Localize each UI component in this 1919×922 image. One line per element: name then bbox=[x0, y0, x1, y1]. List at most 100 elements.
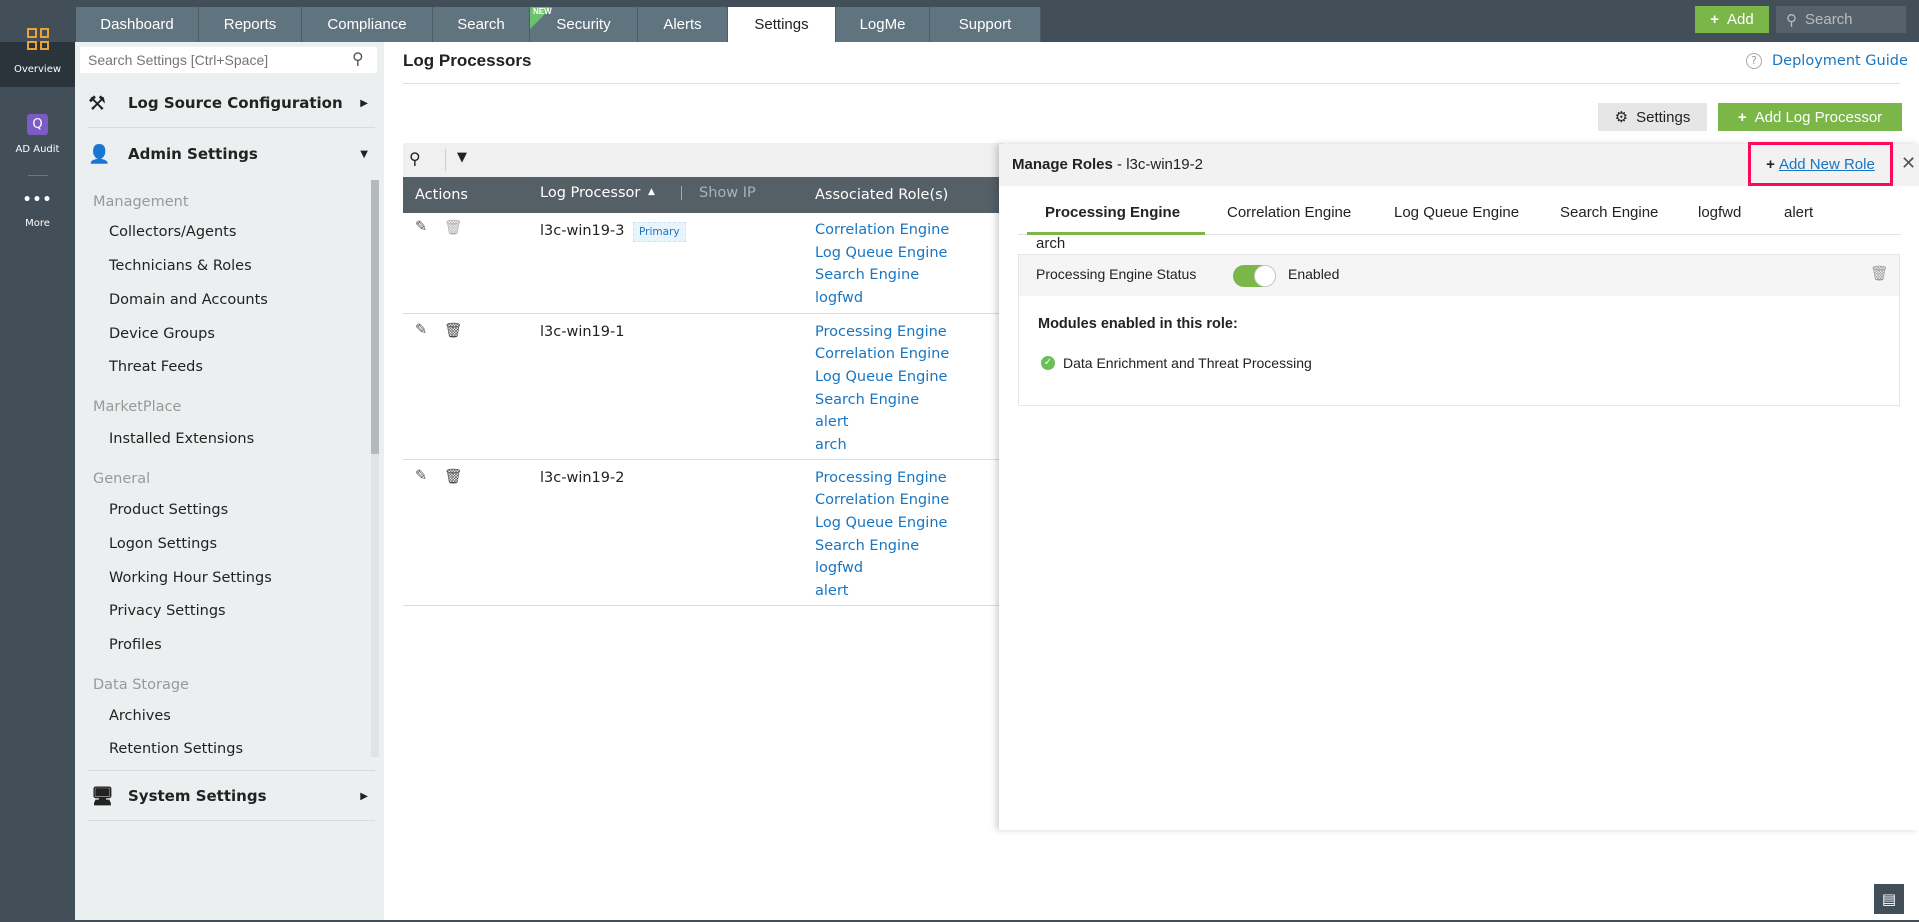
close-icon[interactable]: ✕ bbox=[1901, 153, 1916, 174]
group-heading: MarketPlace bbox=[93, 399, 182, 415]
role-link[interactable]: Log Queue Engine bbox=[815, 515, 947, 531]
tab-reports[interactable]: Reports bbox=[199, 7, 302, 42]
tab-alerts[interactable]: Alerts bbox=[638, 7, 728, 42]
delete-icon[interactable]: 🗑 bbox=[444, 322, 462, 339]
sidebar-item-logon-settings[interactable]: Logon Settings bbox=[109, 536, 217, 552]
sidebar-section-admin[interactable]: 👤 Admin Settings ▼ bbox=[88, 141, 368, 167]
role-link[interactable]: alert bbox=[815, 414, 848, 430]
column-log-processor[interactable]: Log Processor bbox=[540, 185, 640, 201]
filter-icon[interactable]: ▼ bbox=[457, 150, 467, 165]
tab-dashboard[interactable]: Dashboard bbox=[76, 7, 199, 42]
processor-name: l3c-win19-1 bbox=[540, 324, 625, 340]
more-icon: ••• bbox=[22, 192, 53, 208]
tab-compliance[interactable]: Compliance bbox=[302, 7, 433, 42]
role-link[interactable]: Correlation Engine bbox=[815, 222, 949, 238]
show-ip-toggle[interactable]: Show IP bbox=[699, 185, 756, 201]
new-badge: NEW bbox=[533, 7, 552, 16]
tab-logme[interactable]: LogMe bbox=[836, 7, 930, 42]
role-tab-arch[interactable]: arch bbox=[1036, 235, 1065, 252]
role-link[interactable]: Search Engine bbox=[815, 267, 919, 283]
role-tab-processing-engine[interactable]: Processing Engine bbox=[1045, 204, 1180, 221]
role-tab-log-queue-engine[interactable]: Log Queue Engine bbox=[1394, 204, 1519, 221]
plus-icon: + bbox=[1737, 108, 1747, 126]
settings-search-input[interactable] bbox=[80, 47, 377, 73]
role-link[interactable]: logfwd bbox=[815, 560, 863, 576]
sidebar-scrollbar[interactable] bbox=[371, 180, 379, 757]
role-link[interactable]: Log Queue Engine bbox=[815, 369, 947, 385]
role-link[interactable]: Correlation Engine bbox=[815, 346, 949, 362]
delete-icon[interactable]: 🗑 bbox=[444, 468, 462, 485]
primary-badge: Primary bbox=[633, 222, 686, 242]
search-icon: ⚲ bbox=[1786, 11, 1797, 29]
section-label: Log Source Configuration bbox=[128, 94, 343, 112]
role-link[interactable]: Processing Engine bbox=[815, 324, 947, 340]
sidebar-item-domain[interactable]: Domain and Accounts bbox=[109, 292, 268, 308]
settings-button[interactable]: ⚙ Settings bbox=[1598, 103, 1707, 131]
button-label: Settings bbox=[1636, 108, 1691, 126]
scrollbar-thumb[interactable] bbox=[371, 180, 379, 454]
sidebar-item-retention[interactable]: Retention Settings bbox=[109, 741, 243, 757]
sidebar-item-archives[interactable]: Archives bbox=[109, 708, 171, 724]
help-icon: ? bbox=[1746, 53, 1762, 69]
column-search-icon[interactable]: ⚲ bbox=[409, 149, 421, 168]
edit-icon[interactable]: ✎ bbox=[415, 322, 427, 338]
panel-title: Manage Roles bbox=[1012, 156, 1113, 173]
tab-support[interactable]: Support bbox=[930, 7, 1041, 42]
plus-icon: + bbox=[1710, 11, 1720, 28]
edit-icon[interactable]: ✎ bbox=[415, 219, 427, 235]
delete-icon[interactable]: 🗑 bbox=[444, 219, 462, 236]
panel-subtitle: - l3c-win19-2 bbox=[1117, 156, 1203, 173]
delete-role-icon[interactable]: 🗑 bbox=[1870, 265, 1888, 282]
role-link[interactable]: logfwd bbox=[815, 290, 863, 306]
top-navigation-bar: Dashboard Reports Compliance Search NEW S… bbox=[0, 0, 1919, 42]
sort-ascending-icon[interactable]: ▲ bbox=[648, 187, 655, 197]
role-tab-alert[interactable]: alert bbox=[1784, 204, 1813, 221]
sidebar-item-extensions[interactable]: Installed Extensions bbox=[109, 431, 254, 447]
add-button[interactable]: + Add bbox=[1695, 6, 1769, 33]
manage-roles-panel: Manage Roles - l3c-win19-2 + Add New Role… bbox=[999, 142, 1919, 830]
role-tab-logfwd[interactable]: logfwd bbox=[1698, 204, 1741, 221]
tab-security[interactable]: NEW Security bbox=[530, 7, 638, 42]
role-link[interactable]: arch bbox=[815, 437, 847, 453]
global-search-input[interactable]: ⚲ Search bbox=[1776, 6, 1906, 33]
rail-item-overview[interactable]: Overview bbox=[0, 28, 75, 87]
role-link[interactable]: alert bbox=[815, 583, 848, 599]
link-label: Deployment Guide bbox=[1772, 53, 1908, 69]
role-link[interactable]: Search Engine bbox=[815, 538, 919, 554]
button-label: Add Log Processor bbox=[1754, 108, 1883, 126]
sidebar-section-log-source[interactable]: ⚒ Log Source Configuration ▶ bbox=[88, 90, 368, 116]
role-link[interactable]: Log Queue Engine bbox=[815, 245, 947, 261]
edit-icon[interactable]: ✎ bbox=[415, 468, 427, 484]
divider bbox=[403, 83, 1900, 84]
role-tab-correlation-engine[interactable]: Correlation Engine bbox=[1227, 204, 1351, 221]
status-label: Processing Engine Status bbox=[1036, 266, 1197, 282]
panel-header: Manage Roles - l3c-win19-2 + Add New Role… bbox=[999, 142, 1919, 186]
add-new-role-button[interactable]: + Add New Role bbox=[1748, 142, 1893, 186]
sidebar-item-privacy[interactable]: Privacy Settings bbox=[109, 603, 226, 619]
search-placeholder: Search bbox=[1805, 11, 1853, 28]
rail-item-more[interactable]: ••• More bbox=[0, 192, 75, 242]
tab-settings[interactable]: Settings bbox=[728, 7, 836, 42]
caret-down-icon: ▼ bbox=[360, 148, 368, 160]
add-log-processor-button[interactable]: + Add Log Processor bbox=[1718, 103, 1902, 131]
status-toggle[interactable] bbox=[1233, 265, 1276, 287]
divider bbox=[88, 820, 375, 821]
role-tab-search-engine[interactable]: Search Engine bbox=[1560, 204, 1658, 221]
sidebar-item-profiles[interactable]: Profiles bbox=[109, 637, 162, 653]
sidebar-item-product-settings[interactable]: Product Settings bbox=[109, 502, 228, 518]
sidebar-item-collectors[interactable]: Collectors/Agents bbox=[109, 224, 236, 240]
sidebar-item-technicians[interactable]: Technicians & Roles bbox=[109, 258, 252, 274]
sidebar-section-system[interactable]: 🖥 System Settings ▶ bbox=[91, 783, 368, 809]
chat-icon[interactable]: ▤ bbox=[1874, 884, 1904, 914]
role-link[interactable]: Search Engine bbox=[815, 392, 919, 408]
sidebar-item-threat-feeds[interactable]: Threat Feeds bbox=[109, 359, 203, 375]
ad-audit-icon: Q bbox=[27, 114, 48, 135]
sidebar-item-device-groups[interactable]: Device Groups bbox=[109, 326, 215, 342]
rail-item-ad-audit[interactable]: Q AD Audit bbox=[0, 114, 75, 164]
role-link[interactable]: Processing Engine bbox=[815, 470, 947, 486]
module-label: Data Enrichment and Threat Processing bbox=[1063, 355, 1312, 371]
sidebar-item-working-hour[interactable]: Working Hour Settings bbox=[109, 570, 272, 586]
tab-search[interactable]: Search bbox=[433, 7, 530, 42]
deployment-guide-link[interactable]: ? Deployment Guide bbox=[1746, 53, 1908, 69]
role-link[interactable]: Correlation Engine bbox=[815, 492, 949, 508]
